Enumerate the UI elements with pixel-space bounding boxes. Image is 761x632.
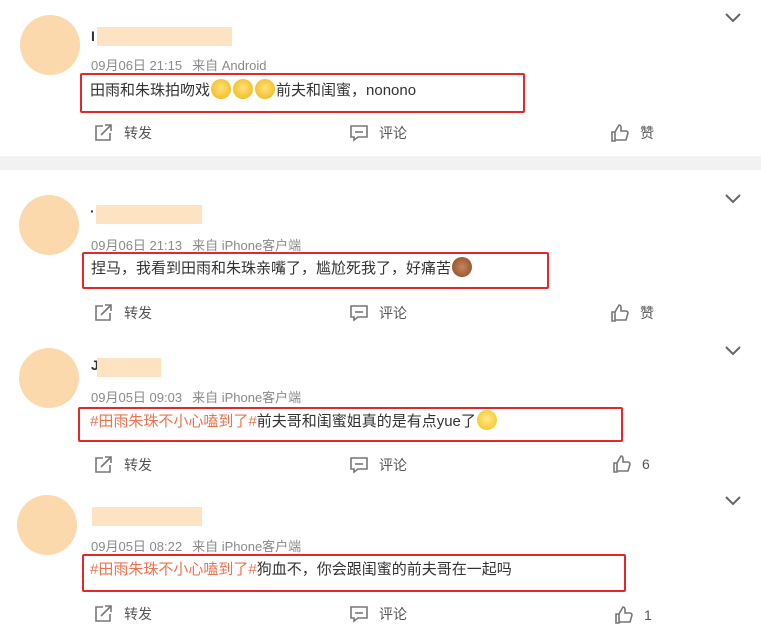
comment-text-segment: 田雨和朱珠拍吻戏 — [90, 82, 211, 99]
repost-label: 转发 — [124, 606, 152, 622]
cry-emoji-icon — [211, 79, 232, 99]
comment-label: 评论 — [379, 125, 407, 141]
avatar[interactable] — [17, 495, 77, 555]
repost-button[interactable]: 转发 — [94, 123, 152, 143]
comment-date: 09月05日 09:03 — [91, 390, 183, 405]
comment-icon — [350, 457, 368, 474]
comment-icon — [350, 606, 368, 623]
avatar[interactable] — [19, 195, 79, 255]
avatar[interactable] — [19, 348, 79, 408]
comment-meta: 09月05日 09:03 来自 iPhone客户端 — [91, 387, 301, 406]
comment-text-segment: 前夫哥和闺蜜姐真的是有点yue了 — [256, 413, 476, 430]
cry-emoji-icon — [255, 79, 276, 99]
comment-card: · 09月06日 21:13 来自 iPhone客户端 捏马，我看到田雨和朱珠亲嘴… — [0, 170, 761, 335]
thumbs-up-icon — [613, 455, 631, 473]
chevron-down-icon[interactable] — [724, 495, 742, 507]
repost-button[interactable]: 转发 — [94, 455, 152, 475]
bear-emoji-icon — [452, 257, 473, 277]
comment-source: 来自 iPhone客户端 — [192, 390, 302, 405]
comment-label: 评论 — [379, 606, 407, 622]
thumbs-up-icon — [611, 304, 629, 322]
comment-button[interactable]: 评论 — [349, 123, 407, 143]
like-count: 赞 — [640, 305, 654, 321]
like-count: 赞 — [640, 125, 654, 141]
comment-button[interactable]: 评论 — [349, 303, 407, 323]
like-button[interactable]: 6 — [612, 454, 650, 474]
repost-icon — [95, 456, 112, 473]
username-initial[interactable]: I — [91, 28, 95, 44]
repost-icon — [95, 605, 112, 622]
comment-text: 田雨和朱珠拍吻戏 前夫和闺蜜，nonono — [90, 79, 416, 101]
chevron-down-icon[interactable] — [724, 345, 742, 357]
comment-date: 09月06日 21:15 — [91, 58, 183, 73]
chevron-down-icon[interactable] — [724, 12, 742, 24]
avatar[interactable] — [20, 15, 80, 75]
repost-label: 转发 — [124, 125, 152, 141]
username-initial[interactable]: · — [90, 203, 95, 219]
section-separator — [0, 156, 761, 170]
username-redacted[interactable] — [97, 358, 161, 377]
topic-hashtag-link[interactable]: #田雨朱珠不小心嗑到了# — [90, 561, 257, 578]
comment-date: 09月05日 08:22 — [91, 539, 183, 554]
comment-source: 来自 iPhone客户端 — [192, 238, 302, 253]
thumbs-up-icon — [611, 124, 629, 142]
comment-text: #田雨朱珠不小心嗑到了#狗血不，你会跟闺蜜的前夫哥在一起吗 — [90, 560, 512, 580]
comment-source: 来自 Android — [192, 58, 267, 73]
username-redacted[interactable] — [92, 507, 202, 526]
comment-meta: 09月06日 21:15 来自 Android — [91, 55, 267, 74]
repost-label: 转发 — [124, 457, 152, 473]
username-redacted[interactable] — [96, 205, 202, 224]
comment-text-segment: 前夫和闺蜜，nonono — [276, 82, 417, 99]
repost-icon — [95, 124, 112, 141]
thumbs-up-icon — [615, 606, 633, 624]
repost-icon — [95, 304, 112, 321]
like-button[interactable]: 赞 — [610, 123, 654, 143]
comment-text: 捏马，我看到田雨和朱珠亲嘴了，尴尬死我了，好痛苦 — [91, 257, 473, 279]
comment-icon — [350, 305, 368, 322]
comment-label: 评论 — [379, 305, 407, 321]
cry-emoji-icon — [233, 79, 254, 99]
repost-label: 转发 — [124, 305, 152, 321]
like-button[interactable]: 1 — [614, 605, 652, 625]
comment-date: 09月06日 21:13 — [91, 238, 183, 253]
comment-card: I 09月06日 21:15 来自 Android 田雨和朱珠拍吻戏 前夫和闺蜜，n… — [0, 0, 761, 156]
comment-text: #田雨朱珠不小心嗑到了#前夫哥和闺蜜姐真的是有点yue了 — [90, 410, 498, 432]
sad-emoji-icon — [476, 410, 497, 430]
comment-button[interactable]: 评论 — [349, 455, 407, 475]
comment-card: J 09月05日 09:03 来自 iPhone客户端 #田雨朱珠不小心嗑到了#前… — [0, 335, 761, 485]
chevron-down-icon[interactable] — [724, 193, 742, 205]
like-count: 6 — [642, 456, 650, 472]
username-redacted[interactable] — [97, 27, 232, 46]
comment-card: 09月05日 08:22 来自 iPhone客户端 #田雨朱珠不小心嗑到了#狗血不… — [0, 485, 761, 632]
comment-icon — [350, 125, 368, 142]
comment-button[interactable]: 评论 — [349, 604, 407, 624]
like-button[interactable]: 赞 — [610, 303, 654, 323]
topic-hashtag-link[interactable]: #田雨朱珠不小心嗑到了# — [90, 413, 257, 430]
comment-text-segment: 捏马，我看到田雨和朱珠亲嘴了，尴尬死我了，好痛苦 — [91, 260, 452, 277]
comment-label: 评论 — [379, 457, 407, 473]
repost-button[interactable]: 转发 — [94, 303, 152, 323]
like-count: 1 — [644, 607, 652, 623]
comment-source: 来自 iPhone客户端 — [192, 539, 302, 554]
comment-meta: 09月05日 08:22 来自 iPhone客户端 — [91, 536, 301, 555]
comment-text-segment: 狗血不，你会跟闺蜜的前夫哥在一起吗 — [256, 561, 512, 578]
repost-button[interactable]: 转发 — [94, 604, 152, 624]
